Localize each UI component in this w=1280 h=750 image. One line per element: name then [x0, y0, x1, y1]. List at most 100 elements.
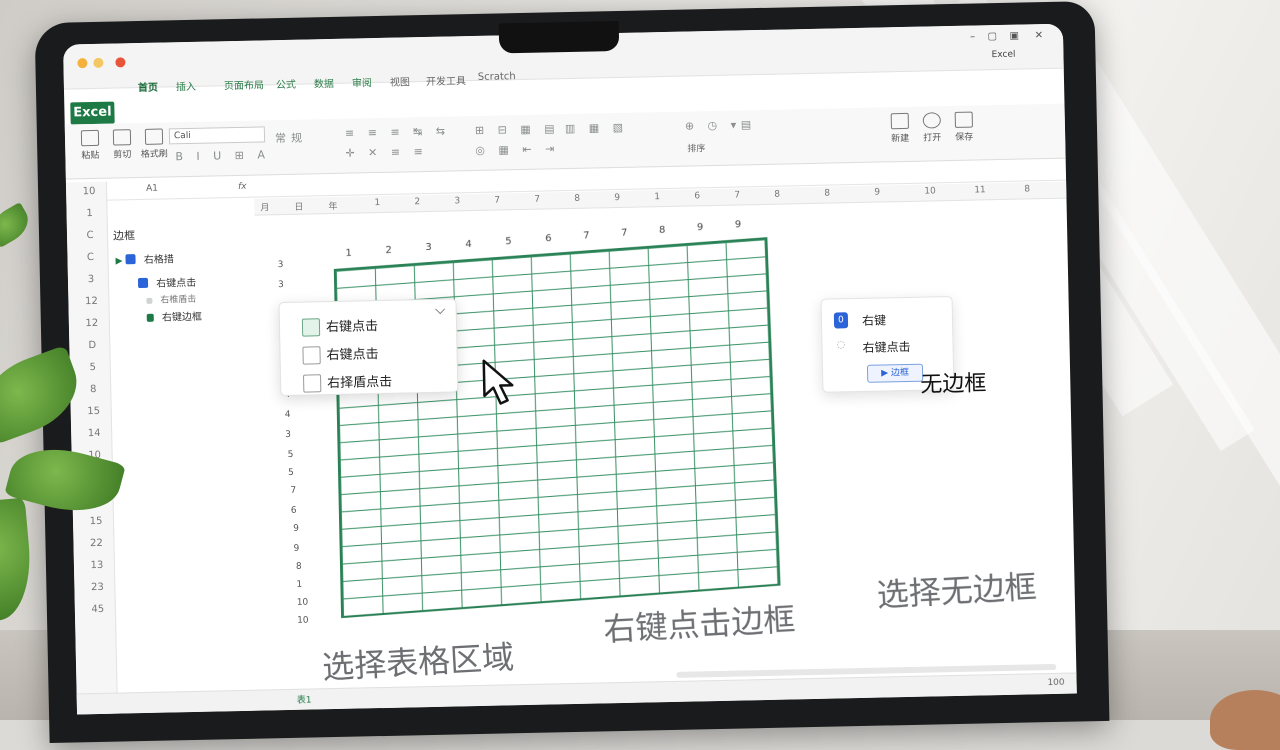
column-header[interactable]: 9 — [614, 193, 620, 203]
tree-item[interactable]: 右椎盾击 — [146, 292, 196, 306]
menu-item-label: 右键点击 — [325, 319, 379, 336]
tree-item-label: 右键点击 — [156, 277, 197, 290]
column-header[interactable]: 8 — [1024, 184, 1030, 194]
tab-view[interactable]: 视图 — [390, 73, 410, 88]
minimize-icon[interactable]: – — [970, 31, 975, 42]
hand — [1210, 690, 1280, 750]
zoom-dot[interactable] — [93, 57, 104, 68]
find-icon[interactable]: ▤ — [741, 118, 757, 131]
tree-item[interactable]: ▶ 右格措 — [115, 250, 174, 267]
fx-icon[interactable]: fx — [238, 182, 247, 192]
tree-item-label: 右键边框 — [161, 311, 203, 324]
tab-scratch[interactable]: Scratch — [478, 71, 516, 83]
row-header[interactable]: C — [77, 230, 103, 242]
grid-row-number: 6 — [290, 505, 297, 516]
paste-button[interactable]: 粘贴 — [75, 129, 106, 162]
column-header[interactable]: 2 — [414, 197, 420, 207]
row-header[interactable]: 1 — [76, 208, 102, 220]
column-header[interactable]: 9 — [874, 188, 880, 198]
save-label: 保存 — [955, 132, 974, 143]
row-header[interactable]: 12 — [78, 296, 104, 308]
new-button[interactable]: 新建 — [885, 112, 916, 145]
close-dot[interactable] — [115, 57, 126, 68]
row-header[interactable]: 3 — [78, 274, 104, 286]
row-header[interactable]: 22 — [83, 538, 109, 550]
tab-insert[interactable]: 插入 — [176, 78, 196, 93]
column-header[interactable]: 6 — [694, 191, 700, 201]
restore-icon[interactable]: ▢ — [988, 31, 998, 42]
format-painter-button[interactable]: 格式刷 — [139, 128, 170, 160]
column-header[interactable]: 日 — [294, 200, 303, 213]
tree-item[interactable]: 右键点击 — [137, 274, 197, 290]
tab-formulas[interactable]: 公式 — [276, 76, 296, 91]
row-header[interactable]: C — [77, 252, 103, 264]
grid-row-number: 10 — [296, 597, 309, 608]
clipboard-icon — [80, 129, 100, 147]
grid-row-number: 8 — [295, 561, 302, 572]
tab-layout[interactable]: 页面布局 — [224, 76, 264, 92]
tab-developer[interactable]: 开发工具 — [426, 72, 466, 88]
column-header[interactable]: 8 — [774, 190, 780, 200]
column-header[interactable]: 3 — [454, 196, 460, 206]
save-button[interactable]: 保存 — [949, 111, 980, 143]
maximize-icon[interactable]: ▣ — [1009, 31, 1019, 42]
tab-review[interactable]: 审阅 — [352, 74, 372, 89]
sort-icons[interactable]: ⊕ ◷ ▾ — [685, 118, 742, 132]
font-name-field[interactable]: Cali — [168, 126, 266, 145]
conditional-icons[interactable]: ▥ ▦ ▧ — [565, 121, 628, 135]
minimize-dot[interactable] — [77, 58, 88, 69]
table-area: 1 2 3 4 5 6 7 7 8 9 9 — [333, 206, 797, 624]
font-style-icons[interactable]: B I U ⊞ A — [175, 148, 270, 163]
row-header[interactable]: D — [79, 340, 105, 352]
column-header[interactable]: 8 — [824, 189, 830, 199]
merge-icons[interactable]: ✛ ✕ ≡ ≡ — [345, 145, 428, 160]
column-header[interactable]: 7 — [534, 195, 540, 205]
grid-column-number: 1 — [345, 247, 352, 260]
checkbox[interactable] — [301, 318, 321, 337]
column-header[interactable]: 7 — [494, 195, 500, 205]
number-format-icons[interactable]: ⊞ ⊟ ▦ ▤ — [475, 122, 560, 137]
radio-icon[interactable]: ◌ — [836, 339, 845, 350]
grid-column-number: 9 — [734, 219, 742, 231]
column-header[interactable]: 月 — [260, 200, 269, 213]
sort-label[interactable]: 排序 — [687, 141, 705, 154]
column-header[interactable]: 7 — [734, 190, 740, 200]
border-button[interactable]: ▶ 边框 — [866, 363, 924, 383]
style-label[interactable]: 常规 — [275, 129, 307, 146]
row-header[interactable]: 45 — [85, 604, 111, 616]
row-header[interactable]: 15 — [83, 516, 109, 528]
row-header[interactable]: 5 — [80, 362, 106, 374]
close-icon[interactable]: ✕ — [1035, 30, 1044, 41]
sheet-tab[interactable]: 表1 — [297, 693, 312, 706]
globe-icon — [922, 112, 941, 129]
row-header[interactable]: 14 — [81, 428, 107, 440]
row-header[interactable]: 12 — [79, 318, 105, 330]
column-header[interactable]: 1 — [374, 198, 380, 208]
column-header[interactable]: 11 — [974, 185, 986, 195]
number-icons[interactable]: ◎ ▦ ⇤ ⇥ — [475, 142, 559, 157]
open-button[interactable]: 打开 — [917, 112, 948, 144]
tree-item[interactable]: 右键边框 — [146, 308, 203, 324]
chevron-down-icon[interactable] — [435, 304, 446, 315]
cut-button[interactable]: 剪切 — [107, 129, 138, 161]
column-header[interactable]: 年 — [328, 199, 337, 212]
tab-data[interactable]: 数据 — [314, 75, 334, 90]
checkbox[interactable] — [302, 346, 321, 365]
row-header[interactable]: 13 — [84, 560, 110, 572]
grid-row-number: 5 — [287, 449, 294, 460]
row-header[interactable]: 10 — [76, 186, 102, 198]
zoom-level[interactable]: 100 — [1047, 678, 1064, 688]
row-header[interactable]: 23 — [84, 582, 110, 594]
tab-home[interactable]: 首页 — [138, 79, 158, 94]
selected-table-grid[interactable] — [333, 237, 781, 619]
alignment-icons[interactable]: ≡ ≡ ≡ ↹ ⇆ — [345, 125, 450, 140]
grid-column-number: 9 — [696, 221, 704, 234]
row-header[interactable]: 15 — [81, 406, 107, 418]
column-header[interactable]: 1 — [654, 192, 660, 202]
name-box[interactable]: A1 — [146, 184, 158, 194]
row-header[interactable]: 8 — [80, 384, 106, 396]
popup-subtitle[interactable]: 右键点击 — [862, 338, 910, 356]
column-header[interactable]: 10 — [924, 186, 936, 196]
checkbox[interactable] — [302, 374, 322, 393]
column-header[interactable]: 8 — [574, 194, 580, 204]
